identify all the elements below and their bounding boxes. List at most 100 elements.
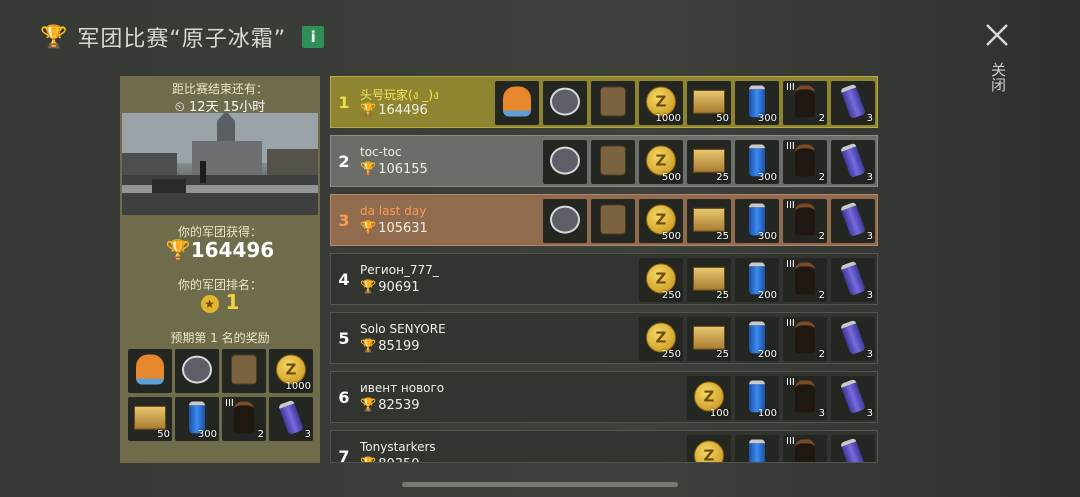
- reward-slot[interactable]: [543, 81, 587, 125]
- reward-slot[interactable]: 3: [831, 140, 875, 184]
- score-value: 85199: [378, 339, 420, 354]
- reward-count: 50: [157, 429, 170, 440]
- reward-slot[interactable]: Z: [687, 435, 731, 462]
- row-rank: 4: [338, 270, 350, 289]
- reward-slot[interactable]: Z 1000: [639, 81, 683, 125]
- reward-count: 2: [818, 113, 825, 124]
- tier-label: III: [786, 436, 795, 447]
- gasmask-icon: [182, 355, 212, 384]
- reward-count: 3: [866, 408, 873, 419]
- dog-icon: [795, 203, 815, 236]
- can-icon: [278, 399, 304, 436]
- coin-icon: Z: [694, 381, 724, 412]
- reward-slot[interactable]: 25: [687, 140, 731, 184]
- reward-count: 250: [661, 349, 681, 360]
- reward-slot[interactable]: 50: [687, 81, 731, 125]
- reward-slot[interactable]: [591, 140, 635, 184]
- trophy-icon: 🏆: [360, 103, 377, 118]
- reward-count: 3: [866, 113, 873, 124]
- reward-slot[interactable]: III 2: [783, 81, 827, 125]
- leaderboard-row[interactable]: 4 Регион_777_ 🏆 90691 Z 250 25 200 III 2 3: [330, 253, 878, 305]
- tier-label: III: [786, 82, 795, 93]
- page-title: 军团比赛“原子冰霜”: [77, 27, 287, 52]
- reward-slot[interactable]: 300: [175, 397, 219, 441]
- can-icon: [840, 260, 866, 297]
- backpack-icon: [600, 145, 626, 176]
- leaderboard-row[interactable]: 3 da last day 🏆 105631 Z 500 25 300 III 2 3: [330, 194, 878, 246]
- header: 🏆 军团比赛“原子冰霜” i: [40, 22, 325, 52]
- can-icon: [840, 378, 866, 415]
- reward-count: 2: [257, 429, 264, 440]
- leaderboard-row[interactable]: 6 ивент нового 🏆 82539 Z 100 100 III 3 3: [330, 371, 878, 423]
- reward-slot[interactable]: III 2: [783, 317, 827, 361]
- reward-slot[interactable]: 3: [269, 397, 313, 441]
- reward-slot[interactable]: III 2: [222, 397, 266, 441]
- reward-slot[interactable]: III 3: [783, 376, 827, 420]
- predicted-rewards-label: 预期第 1 名的奖励: [170, 331, 270, 345]
- reward-slot[interactable]: 25: [687, 199, 731, 243]
- reward-count: 500: [661, 172, 681, 183]
- energy-can-icon: [749, 439, 765, 462]
- reward-slot[interactable]: Z 250: [639, 258, 683, 302]
- reward-count: 2: [818, 172, 825, 183]
- coin-icon: Z: [646, 145, 676, 176]
- reward-slot[interactable]: 25: [687, 317, 731, 361]
- reward-slot[interactable]: [735, 435, 779, 462]
- reward-count: 250: [661, 290, 681, 301]
- reward-slot[interactable]: 200: [735, 258, 779, 302]
- reward-slot[interactable]: [591, 199, 635, 243]
- reward-slot[interactable]: 50: [128, 397, 172, 441]
- reward-slot[interactable]: [128, 349, 172, 393]
- player-score: 🏆 164496: [360, 103, 428, 118]
- reward-slot[interactable]: 25: [687, 258, 731, 302]
- reward-slot[interactable]: [495, 81, 539, 125]
- reward-slot[interactable]: III 2: [783, 140, 827, 184]
- reward-slot[interactable]: Z 1000: [269, 349, 313, 393]
- home-indicator[interactable]: [402, 482, 678, 487]
- reward-slot[interactable]: 300: [735, 81, 779, 125]
- close-label[interactable]: 关闭: [988, 62, 1007, 92]
- tier-label: III: [786, 318, 795, 329]
- rank-value: ★ 1: [120, 290, 320, 314]
- reward-slot[interactable]: Z 100: [687, 376, 731, 420]
- reward-slot[interactable]: 300: [735, 140, 779, 184]
- reward-slot[interactable]: [543, 140, 587, 184]
- reward-count: 2: [818, 231, 825, 242]
- reward-slot[interactable]: [591, 81, 635, 125]
- player-score: 🏆80350: [360, 457, 420, 462]
- leaderboard-row[interactable]: 1 头号玩家(ง _)ง 🏆 164496 Z 1000 50 300 III 2 3: [330, 76, 878, 128]
- reward-slot[interactable]: 3: [831, 199, 875, 243]
- reward-slot[interactable]: Z 250: [639, 317, 683, 361]
- gasmask-icon: [550, 205, 580, 234]
- reward-count: 200: [757, 349, 777, 360]
- trophy-icon: 🏆: [165, 238, 191, 262]
- leaderboard-row[interactable]: 2 toc-toc 🏆 106155 Z 500 25 300 III 2 3: [330, 135, 878, 187]
- close-icon[interactable]: [982, 20, 1012, 50]
- reward-slot[interactable]: III 2: [783, 258, 827, 302]
- reward-slot[interactable]: 3: [831, 317, 875, 361]
- reward-slot[interactable]: Z 500: [639, 199, 683, 243]
- reward-slot[interactable]: Z 500: [639, 140, 683, 184]
- reward-slot[interactable]: III: [783, 435, 827, 462]
- reward-slot[interactable]: 3: [831, 81, 875, 125]
- reward-slot[interactable]: [543, 199, 587, 243]
- row-rewards: Z 250 25 200 III 2 3: [639, 258, 875, 302]
- reward-slot[interactable]: [831, 435, 875, 462]
- reward-slot[interactable]: 300: [735, 199, 779, 243]
- reward-slot[interactable]: 200: [735, 317, 779, 361]
- reward-slot[interactable]: III 2: [783, 199, 827, 243]
- info-button[interactable]: i: [302, 26, 325, 48]
- info-panel: 距比赛结束还有： ⏲ 12天 15小时 你的军团获得： 🏆164496 你的军团…: [120, 76, 320, 463]
- dog-icon: [795, 321, 815, 354]
- leaderboard-row[interactable]: 7 Tonystarkers 🏆80350 Z III: [330, 430, 878, 463]
- reward-count: 300: [197, 429, 217, 440]
- tier-label: III: [786, 259, 795, 270]
- leaderboard-row[interactable]: 5 Solo SENYORE 🏆 85199 Z 250 25 200 III 2 3: [330, 312, 878, 364]
- reward-count: 2: [818, 349, 825, 360]
- reward-slot[interactable]: 100: [735, 376, 779, 420]
- reward-slot[interactable]: 3: [831, 258, 875, 302]
- reward-slot[interactable]: [175, 349, 219, 393]
- dog-icon: [795, 380, 815, 413]
- reward-slot[interactable]: 3: [831, 376, 875, 420]
- reward-slot[interactable]: [222, 349, 266, 393]
